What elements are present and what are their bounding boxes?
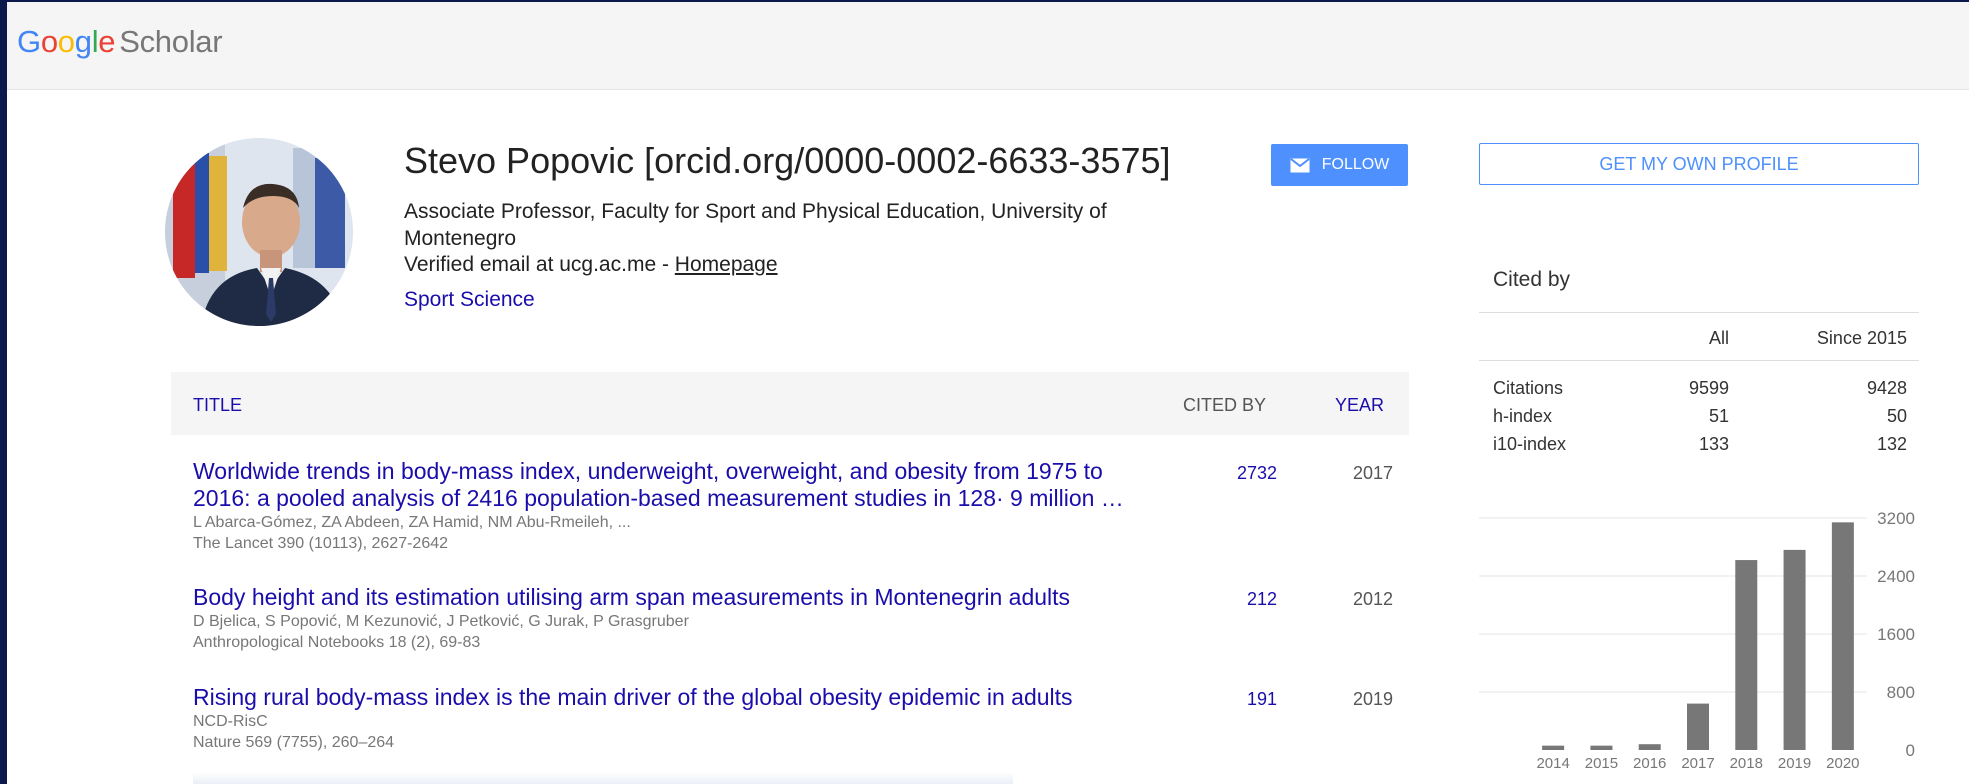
y-tick-label: 1600 xyxy=(1877,625,1915,644)
bar-2015[interactable] xyxy=(1590,745,1613,750)
publication-venue: Anthropological Notebooks 18 (2), 69-83 xyxy=(193,634,481,651)
stat-since: 9428 xyxy=(1866,378,1907,398)
col-all: All xyxy=(1708,328,1729,348)
stat-label[interactable]: Citations xyxy=(1493,378,1563,399)
x-tick-label: 2015 xyxy=(1585,755,1618,772)
sort-by-title[interactable]: TITLE xyxy=(193,395,242,416)
profile-avatar xyxy=(165,138,353,326)
stat-since: 132 xyxy=(1876,434,1907,454)
cited-count-link[interactable]: 212 xyxy=(1227,589,1277,610)
profile-affiliation: Associate Professor, Faculty for Sport a… xyxy=(404,200,1107,250)
publication-authors: NCD-RisC xyxy=(193,713,268,730)
citation-stats-table: All Since 2015 Citations 9599 9428 h-ind… xyxy=(1479,312,1919,457)
y-tick-label: 3200 xyxy=(1877,509,1915,528)
bar-2020[interactable] xyxy=(1831,522,1854,750)
citations-bar-chart: 0 800 1600 2400 3200 2014 2015 2016 2017 2018 2019… xyxy=(1479,509,1915,772)
logo-scholar-text: Scholar xyxy=(119,24,223,59)
stat-row: Citations 9599 9428 xyxy=(1479,373,1919,401)
homepage-link[interactable]: Homepage xyxy=(675,253,778,276)
publication-year: 2019 xyxy=(1352,689,1393,709)
x-tick-label: 2018 xyxy=(1730,755,1763,772)
stat-row: i10-index 133 132 xyxy=(1479,429,1919,457)
y-tick-label: 2400 xyxy=(1877,567,1915,586)
y-tick-label: 0 xyxy=(1906,741,1915,760)
follow-button[interactable]: FOLLOW xyxy=(1271,144,1408,186)
page: Google Scholar Stevo Popovic [orcid.org/0… xyxy=(7,2,1969,784)
cited-count-link[interactable]: 191 xyxy=(1227,689,1277,710)
bar-2019[interactable] xyxy=(1783,549,1806,750)
x-tick-label: 2014 xyxy=(1536,755,1569,772)
publication-venue: The Lancet 390 (10113), 2627-2642 xyxy=(193,535,449,552)
stat-label[interactable]: i10-index xyxy=(1493,434,1566,455)
x-tick-label: 2020 xyxy=(1826,755,1859,772)
publication-row: Body height and its estimation utilising… xyxy=(193,584,1409,653)
x-tick-label: 2019 xyxy=(1778,755,1811,772)
publication-row: Rising rural body-mass index is the main… xyxy=(193,684,1409,753)
publication-authors: D Bjelica, S Popović, M Kezunović, J Pet… xyxy=(193,613,689,630)
col-since: Since 2015 xyxy=(1816,328,1907,348)
top-bar: Google Scholar xyxy=(7,2,1969,90)
bar-2018[interactable] xyxy=(1735,560,1758,750)
publication-title[interactable]: Rising rural body-mass index is the main… xyxy=(193,684,1143,711)
email-text: Verified email at ucg.ac.me - xyxy=(404,253,675,276)
x-tick-label: 2017 xyxy=(1681,755,1714,772)
publication-title[interactable]: Body height and its estimation utilising… xyxy=(193,584,1143,611)
profile-name: Stevo Popovic [orcid.org/0000-0002-6633-… xyxy=(404,140,1171,181)
stats-header: All Since 2015 xyxy=(1479,313,1919,361)
profile-email: Verified email at ucg.ac.me - Homepage xyxy=(404,253,778,277)
follow-label: FOLLOW xyxy=(1321,156,1390,173)
publication-venue: Nature 569 (7755), 260–264 xyxy=(193,734,395,751)
stat-label[interactable]: h-index xyxy=(1493,406,1552,427)
bar-2016[interactable] xyxy=(1638,744,1661,750)
publication-authors: L Abarca-Gómez, ZA Abdeen, ZA Hamid, NM … xyxy=(193,514,631,531)
publication-row: Worldwide trends in body-mass index, und… xyxy=(193,458,1409,554)
sort-by-year[interactable]: YEAR xyxy=(1335,395,1384,416)
stat-all: 51 xyxy=(1708,406,1729,426)
stat-all: 133 xyxy=(1698,434,1729,454)
publication-title[interactable]: Worldwide trends in body-mass index, und… xyxy=(193,458,1143,512)
stat-row: h-index 51 50 xyxy=(1479,401,1919,429)
y-tick-label: 800 xyxy=(1887,683,1915,702)
envelope-icon xyxy=(1290,157,1310,173)
bar-2014[interactable] xyxy=(1542,745,1565,750)
stat-since: 50 xyxy=(1886,406,1907,426)
publication-year: 2017 xyxy=(1352,463,1393,483)
google-scholar-logo[interactable]: Google Scholar xyxy=(17,24,223,60)
cited-count-link[interactable]: 2732 xyxy=(1227,463,1277,484)
table-header: TITLE CITED BY YEAR xyxy=(171,372,1409,435)
cited-by-heading: Cited by xyxy=(1493,268,1571,291)
sort-by-cited[interactable]: CITED BY xyxy=(1183,395,1266,416)
bar-2017[interactable] xyxy=(1687,703,1709,750)
publication-year: 2012 xyxy=(1352,589,1393,609)
stat-all: 9599 xyxy=(1688,378,1729,398)
get-own-profile-button[interactable]: GET MY OWN PROFILE xyxy=(1479,143,1919,185)
x-tick-label: 2016 xyxy=(1633,755,1666,772)
research-interest-link[interactable]: Sport Science xyxy=(404,288,535,312)
next-row-partial xyxy=(193,772,1013,784)
